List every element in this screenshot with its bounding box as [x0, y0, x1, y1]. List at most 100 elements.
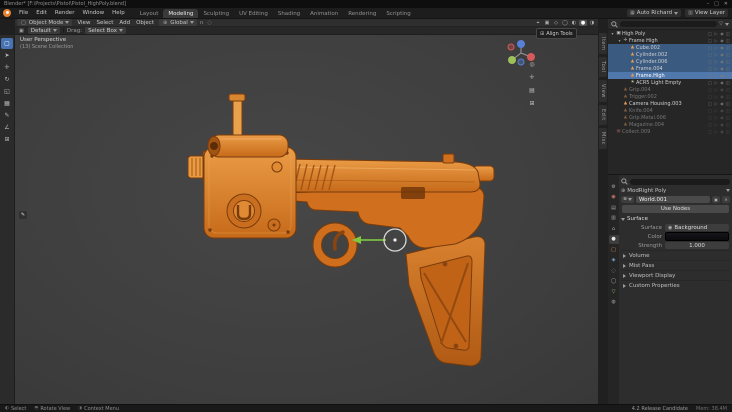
properties-tab[interactable]: ⚙ [609, 182, 619, 191]
breadcrumb-label[interactable]: ModRight Poly [627, 188, 666, 194]
outliner-row[interactable]: ▣ Collect.009 □ ▷ ◉ ◫ [608, 128, 732, 135]
viewport-toggle-icon[interactable]: ◯ [561, 20, 569, 26]
properties-search-input[interactable] [630, 178, 730, 185]
tool-button[interactable]: ◱ [1, 86, 13, 97]
annotation-icon[interactable]: ✎ [19, 211, 27, 219]
outliner-row[interactable]: ▲ Grip.004 □ ▷ ◉ ◫ [608, 86, 732, 93]
chevron-down-icon[interactable] [726, 189, 730, 192]
maximize-button[interactable]: □ [714, 1, 719, 7]
outliner-row[interactable]: ▲ Cube.002 □ ▷ ◉ ◫ [608, 44, 732, 51]
object-name[interactable]: Cylinder.006 [636, 59, 707, 65]
scene-selector[interactable]: ▦ Auto Richard [626, 9, 682, 17]
viewport-menu-item[interactable]: View [74, 20, 93, 26]
viewport-nav-icon[interactable]: ▤ [527, 87, 537, 94]
tool-button[interactable]: ✎ [1, 110, 13, 121]
object-name[interactable]: High Poly [622, 31, 707, 37]
chevron-down-icon[interactable] [725, 22, 729, 26]
move-gizmo[interactable] [352, 228, 407, 252]
object-name[interactable]: Knife.004 [629, 108, 707, 114]
outliner-row[interactable]: ▾ ▣ High Poly □ ▷ ◉ ◫ [608, 30, 732, 37]
view-layer-selector[interactable]: ▥ View Layer [685, 9, 728, 17]
outliner-row[interactable]: ▲ Knife.004 □ ▷ ◉ ◫ [608, 107, 732, 114]
fake-user-shield-button[interactable]: ▣ [712, 196, 720, 203]
filter-icon[interactable]: ▽ [719, 21, 723, 27]
workspace-tab[interactable]: Modeling [163, 9, 199, 18]
render-visibility-toggle[interactable]: ◫ [725, 31, 731, 36]
viewport-menu-item[interactable]: Select [93, 20, 116, 26]
menu-item[interactable]: Help [108, 9, 129, 17]
outliner-row[interactable]: ▲ Frame.High □ ▷ ◉ ◫ [608, 72, 732, 79]
workspace-tab[interactable]: Layout [135, 9, 164, 18]
object-name[interactable]: Collect.009 [622, 129, 707, 135]
outliner-row[interactable]: ▲ Camera Housing.003 □ ▷ ◉ ◫ [608, 100, 732, 107]
object-name[interactable]: Camera Housing.003 [629, 101, 707, 107]
tool-button[interactable]: ✛ [1, 62, 13, 73]
drag-mode-dropdown[interactable]: Select Box [85, 27, 127, 34]
menu-item[interactable]: Edit [32, 9, 51, 17]
sidebar-tab[interactable]: Misc [599, 127, 607, 149]
orientation-dropdown[interactable]: ⊕ Global [159, 19, 197, 26]
viewport-menu-item[interactable]: Add [116, 20, 133, 26]
viewport-toggle-icon[interactable]: ▣ [543, 20, 551, 26]
workspace-tab[interactable]: UV Editing [234, 9, 273, 18]
unlink-button[interactable]: ✕ [722, 196, 730, 203]
properties-tab[interactable]: ◈ [609, 256, 619, 265]
align-tools-panel[interactable]: ⊞ Align Tools [536, 28, 577, 39]
tool-button[interactable]: ▢ [1, 38, 13, 49]
properties-tab[interactable]: ◌ [609, 266, 619, 275]
render-visibility-toggle[interactable]: ◫ [725, 38, 731, 43]
properties-tab[interactable]: ● [608, 234, 619, 244]
object-name[interactable]: Cube.002 [636, 45, 707, 51]
outliner-row[interactable]: ▾ ✛ Frame High □ ▷ ◉ ◫ [608, 37, 732, 44]
object-name[interactable]: Grip.004 [629, 87, 707, 93]
render-visibility-toggle[interactable]: ◫ [725, 80, 731, 85]
workspace-tab[interactable]: Shading [273, 9, 305, 18]
tool-button[interactable]: ▦ [1, 98, 13, 109]
snap-magnet-icon[interactable]: ∩ [199, 20, 205, 26]
properties-tab[interactable]: ◉ [609, 193, 619, 202]
object-name[interactable]: Trigger.002 [629, 94, 707, 100]
collapsed-section-header[interactable]: Viewport Display [621, 270, 730, 280]
mode-dropdown[interactable]: ▢ Object Mode [17, 19, 73, 26]
tool-button[interactable]: ∠ [1, 122, 13, 133]
object-name[interactable]: Frame.High [636, 73, 707, 79]
render-visibility-toggle[interactable]: ◫ [725, 94, 731, 99]
object-name[interactable]: Cylinder.002 [636, 52, 707, 58]
sidebar-tab[interactable]: Tool [599, 57, 607, 78]
viewport-toggle-icon[interactable]: ● [579, 19, 587, 26]
viewport-toggle-icon[interactable]: ⌖ [534, 20, 542, 26]
outliner-row[interactable]: ▲ Cylinder.006 □ ▷ ◉ ◫ [608, 58, 732, 65]
viewport-toggle-icon[interactable]: ◐ [570, 20, 578, 26]
outliner-row[interactable]: ▲ Frame.004 □ ▷ ◉ ◫ [608, 65, 732, 72]
viewport-canvas[interactable]: User Perspective (13) Scene Collection ◎… [15, 35, 598, 404]
render-visibility-toggle[interactable]: ◫ [725, 73, 731, 78]
world-name-field[interactable]: World.001 [636, 196, 710, 203]
outliner-row[interactable]: ▲ Cylinder.002 □ ▷ ◉ ◫ [608, 51, 732, 58]
collapsed-section-header[interactable]: Mist Pass [621, 260, 730, 270]
render-visibility-toggle[interactable]: ◫ [725, 101, 731, 106]
workspace-tab[interactable]: Scripting [381, 9, 415, 18]
gun-scene[interactable] [15, 35, 598, 404]
render-visibility-toggle[interactable]: ◫ [725, 59, 731, 64]
close-button[interactable]: ✕ [724, 1, 728, 7]
outliner-row[interactable]: ▲ Trigger.002 □ ▷ ◉ ◫ [608, 93, 732, 100]
render-visibility-toggle[interactable]: ◫ [725, 45, 731, 50]
object-name[interactable]: Frame.004 [636, 66, 707, 72]
use-nodes-button[interactable]: Use Nodes [622, 205, 729, 213]
gun-model[interactable] [187, 93, 495, 367]
surface-value-dropdown[interactable]: ◉ Background [665, 224, 729, 231]
preset-dropdown[interactable]: Default [27, 27, 60, 34]
viewport-menu-item[interactable]: Object [133, 20, 157, 26]
render-visibility-toggle[interactable]: ◫ [725, 115, 731, 120]
surface-section-header[interactable]: Surface [621, 215, 730, 223]
render-visibility-toggle[interactable]: ◫ [725, 108, 731, 113]
menu-item[interactable]: File [15, 9, 32, 17]
object-name[interactable]: Frame High [629, 38, 707, 44]
render-visibility-toggle[interactable]: ◫ [725, 52, 731, 57]
collapsed-section-header[interactable]: Custom Properties [621, 280, 730, 290]
viewport-toggle-icon[interactable]: ◇ [552, 20, 560, 26]
properties-tab[interactable]: ▽ [609, 287, 619, 296]
viewport-nav-icon[interactable]: ✛ [527, 74, 537, 81]
render-visibility-toggle[interactable]: ◫ [725, 122, 731, 127]
object-name[interactable]: Grip.Metal.006 [629, 115, 707, 121]
